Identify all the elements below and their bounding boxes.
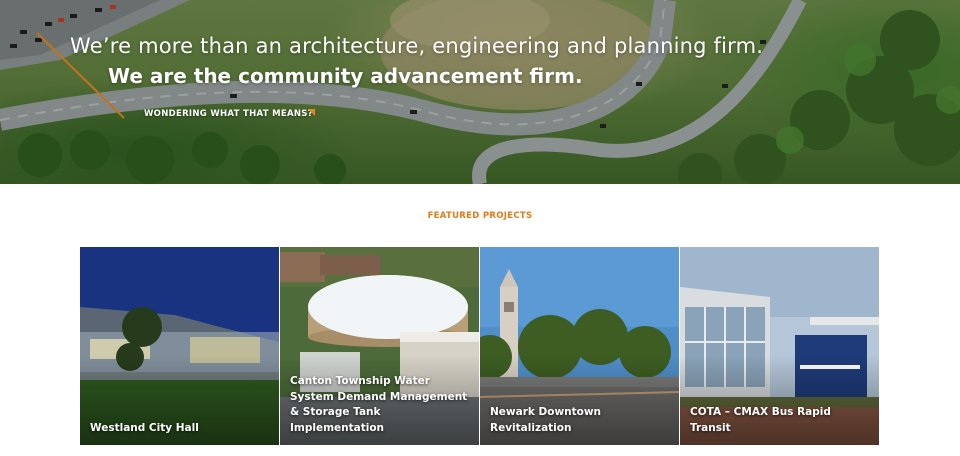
project-title: Westland City Hall xyxy=(90,421,199,434)
corner-arrow-icon xyxy=(308,109,315,116)
hero-learn-more-link[interactable]: WONDERING WHAT THAT MEANS? xyxy=(144,109,313,119)
hero-aerial-image xyxy=(0,0,960,184)
page: We’re more than an architecture, enginee… xyxy=(0,0,960,456)
featured-projects-grid: Westland City Hall Canton Township Water… xyxy=(80,247,880,445)
project-card-westland-city-hall[interactable]: Westland City Hall xyxy=(80,247,279,445)
project-title: Canton Township Water System Demand Mana… xyxy=(290,375,468,434)
hero-tagline: We’re more than an architecture, enginee… xyxy=(70,34,764,58)
project-title: COTA – CMAX Bus Rapid Transit xyxy=(690,406,831,434)
hero-headline: We are the community advancement firm. xyxy=(108,64,583,88)
project-title: Newark Downtown Revitalization xyxy=(490,406,602,434)
hero-banner: We’re more than an architecture, enginee… xyxy=(0,0,960,184)
project-card-canton-township-water[interactable]: Canton Township Water System Demand Mana… xyxy=(280,247,479,445)
project-card-newark-downtown[interactable]: Newark Downtown Revitalization xyxy=(480,247,679,445)
project-card-cota-cmax[interactable]: COTA – CMAX Bus Rapid Transit xyxy=(680,247,879,445)
featured-projects-heading: FEATURED PROJECTS xyxy=(427,211,533,221)
